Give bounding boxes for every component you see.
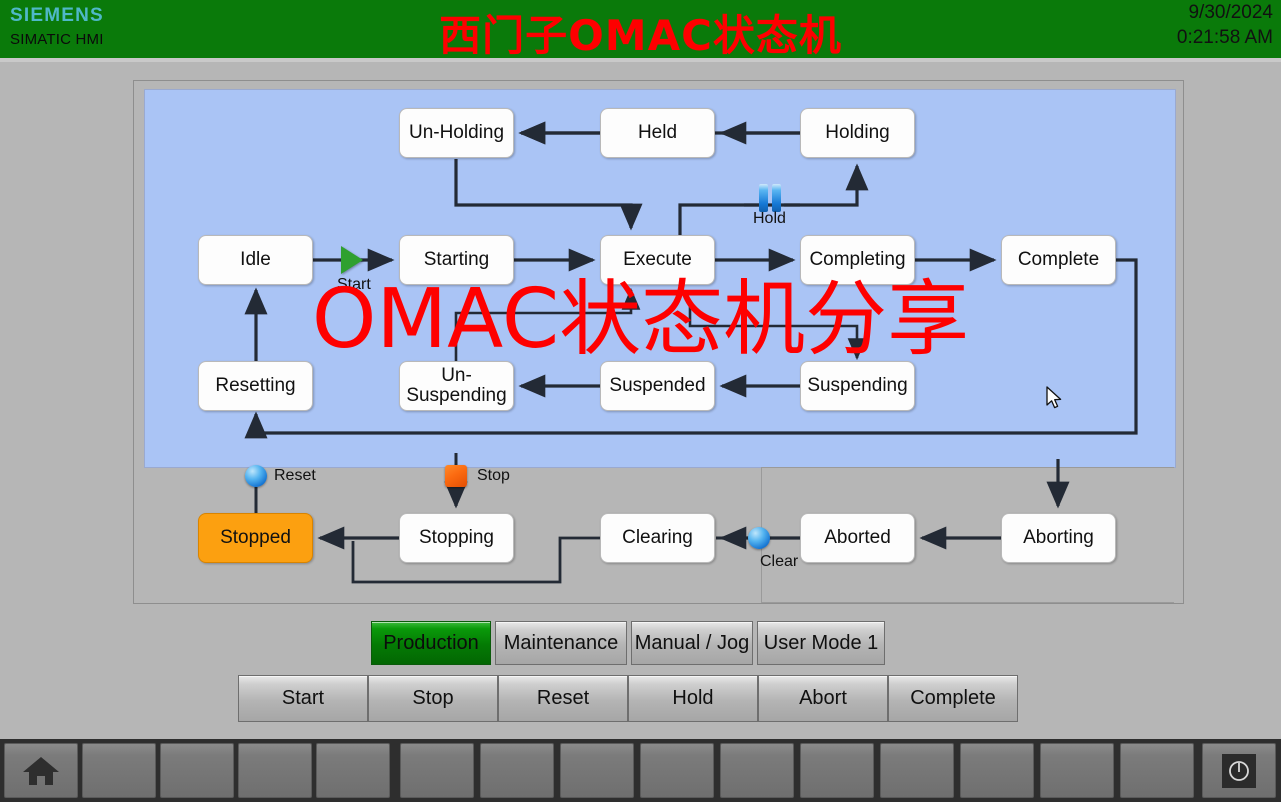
taskbar-slot-s5[interactable] [316,743,390,798]
taskbar-slot-s2[interactable] [82,743,156,798]
command-button-hold[interactable]: Hold [628,675,758,722]
pause-icon [759,184,783,212]
command-button-complete[interactable]: Complete [888,675,1018,722]
state-box-suspended[interactable]: Suspended [600,361,715,411]
command-button-abort[interactable]: Abort [758,675,888,722]
state-box-label: Complete [1017,249,1100,270]
taskbar-slot-s15[interactable] [1120,743,1194,798]
sphere-icon [748,527,770,549]
play-icon [341,246,363,274]
state-box-label: Completing [809,249,906,270]
state-box-stopped[interactable]: Stopped [198,513,313,563]
hmi-header-bar: SIEMENS SIMATIC HMI 西门子OMAC状态机 9/30/2024… [0,0,1281,60]
sphere-icon [245,465,267,487]
state-box-aborted[interactable]: Aborted [800,513,915,563]
state-box-label: Un- Suspending [406,365,507,406]
state-box-un-suspending[interactable]: Un- Suspending [399,361,514,411]
taskbar-slot-s9[interactable] [640,743,714,798]
page-title: 西门子OMAC状态机 [439,11,842,60]
taskbar-slot-s4[interactable] [238,743,312,798]
taskbar-slot-s12[interactable] [880,743,954,798]
state-box-label: Held [637,122,678,143]
home-icon [5,744,77,797]
taskbar-slot-s8[interactable] [560,743,634,798]
state-box-resetting[interactable]: Resetting [198,361,313,411]
header-time: 0:21:58 AM [1176,27,1273,48]
taskbar-slot-s14[interactable] [1040,743,1114,798]
state-box-clearing[interactable]: Clearing [600,513,715,563]
state-box-held[interactable]: Held [600,108,715,158]
mode-button-maintenance[interactable]: Maintenance [495,621,627,665]
command-button-stop[interactable]: Stop [368,675,498,722]
command-button-reset[interactable]: Reset [498,675,628,722]
state-box-idle[interactable]: Idle [198,235,313,285]
header-divider [0,58,1281,62]
state-box-stopping[interactable]: Stopping [399,513,514,563]
state-box-label: Starting [423,249,490,270]
state-box-starting[interactable]: Starting [399,235,514,285]
state-box-execute[interactable]: Execute [600,235,715,285]
state-box-suspending[interactable]: Suspending [800,361,915,411]
taskbar-slot-s3[interactable] [160,743,234,798]
state-box-completing[interactable]: Completing [800,235,915,285]
taskbar-slot-s7[interactable] [480,743,554,798]
state-box-label: Stopped [220,527,291,548]
state-box-label: Un-Holding [408,122,505,143]
transition-label-clear: Clear [760,553,799,570]
state-box-aborting[interactable]: Aborting [1001,513,1116,563]
transition-label-stop: Stop [477,467,510,484]
state-box-complete[interactable]: Complete [1001,235,1116,285]
square-icon [445,465,467,487]
taskbar-slot-home[interactable] [4,743,78,798]
transition-label-reset: Reset [274,467,316,484]
transition-label-hold: Hold [753,210,786,227]
state-box-label: Suspended [609,375,706,396]
command-button-start[interactable]: Start [238,675,368,722]
taskbar-slot-power[interactable] [1202,743,1276,798]
taskbar-slot-s10[interactable] [720,743,794,798]
state-box-label: Execute [623,249,692,270]
taskbar-slot-s11[interactable] [800,743,874,798]
hmi-taskbar [0,739,1281,802]
transition-label-start: Start [337,276,371,293]
state-box-holding[interactable]: Holding [800,108,915,158]
state-box-label: Aborted [824,527,891,548]
state-box-label: Idle [240,249,271,270]
mode-button-user-mode-1[interactable]: User Mode 1 [757,621,885,665]
state-box-label: Holding [825,122,890,143]
state-box-label: Stopping [418,527,494,548]
state-box-un-holding[interactable]: Un-Holding [399,108,514,158]
taskbar-slot-s6[interactable] [400,743,474,798]
mode-button-production[interactable]: Production [371,621,491,665]
state-box-label: Clearing [622,527,693,548]
state-box-label: Aborting [1023,527,1094,548]
header-date: 9/30/2024 [1188,2,1273,23]
state-box-label: Resetting [215,375,296,396]
taskbar-slot-s13[interactable] [960,743,1034,798]
mode-button-manual-jog[interactable]: Manual / Jog [631,621,753,665]
state-box-label: Suspending [807,375,908,396]
power-icon [1203,744,1275,797]
